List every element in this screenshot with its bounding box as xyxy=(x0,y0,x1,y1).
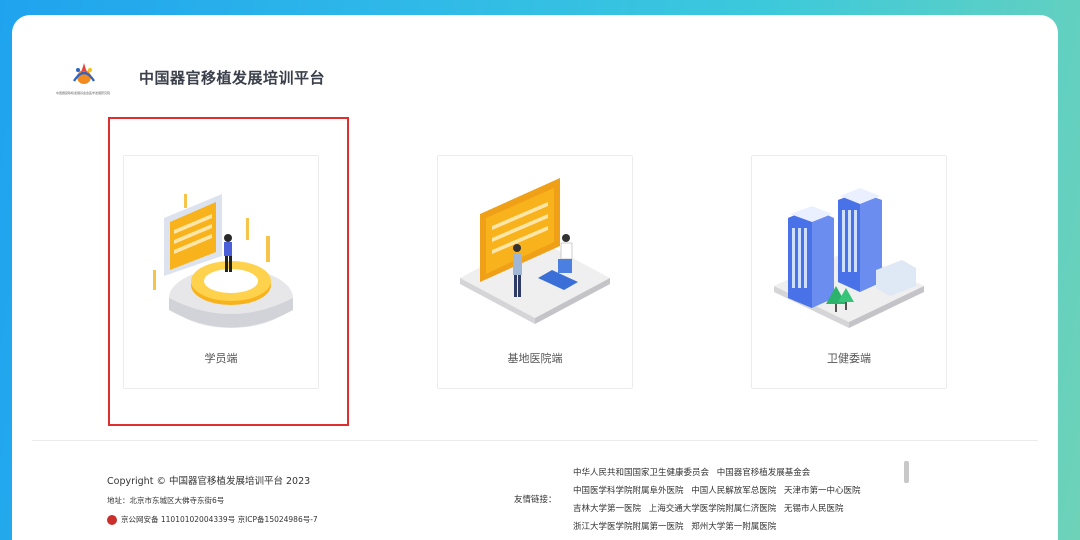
tile-health-commission-portal[interactable]: 卫健委端 xyxy=(751,155,947,389)
logo-subtitle: 中国器官移植发展基金会医学发展研究院 xyxy=(56,91,111,95)
link-row: 吉林大学第一医院 上海交通大学医学院附属仁济医院 无锡市人民医院 xyxy=(573,500,903,518)
health-commission-building-illustration-icon xyxy=(774,188,924,328)
footer-divider xyxy=(32,440,1038,441)
friend-link[interactable]: 中国器官移植发展基金会 xyxy=(717,468,811,478)
beian-line: 京公网安备 11010102004339号 京ICP备15024986号-7 xyxy=(107,514,318,525)
copyright-text: Copyright © 中国器官移植发展培训平台 2023 xyxy=(107,476,311,487)
friend-links-list[interactable]: 中华人民共和国国家卫生健康委员会 中国器官移植发展基金会 中国医学科学院附属阜外… xyxy=(573,464,903,540)
main-card: 中国器官移植发展基金会医学发展研究院 中国器官移植发展培训平台 学员端 基地医院… xyxy=(12,15,1058,540)
friend-link[interactable]: 郑州大学第一附属医院 xyxy=(691,522,776,532)
tile-base-hospital-portal[interactable]: 基地医院端 xyxy=(437,155,633,389)
friend-link[interactable]: 中国医学科学院附属阜外医院 xyxy=(573,486,684,496)
tile-student-portal[interactable]: 学员端 xyxy=(123,155,319,389)
beian-text[interactable]: 京公网安备 11010102004339号 京ICP备15024986号-7 xyxy=(121,514,318,525)
tile-label: 基地医院端 xyxy=(507,352,563,365)
friend-link[interactable]: 浙江大学医学院附属第一医院 xyxy=(573,522,684,532)
platform-logo: 中国器官移植发展基金会医学发展研究院 xyxy=(56,55,116,99)
tile-label: 卫健委端 xyxy=(827,352,871,365)
link-row: 中华人民共和国国家卫生健康委员会 中国器官移植发展基金会 xyxy=(573,464,903,482)
address-text: 地址：北京市东城区大佛寺东街6号 xyxy=(107,496,225,505)
link-row: 浙江大学医学院附属第一医院 郑州大学第一附属医院 xyxy=(573,518,903,536)
police-badge-icon xyxy=(107,514,117,525)
hospital-base-illustration-icon xyxy=(460,178,610,324)
header: 中国器官移植发展基金会医学发展研究院 中国器官移植发展培训平台 xyxy=(56,55,656,115)
friend-links-label: 友情链接： xyxy=(514,495,557,505)
friend-link[interactable]: 天津市第一中心医院 xyxy=(784,486,861,496)
student-illustration-icon xyxy=(153,194,293,328)
site-title: 中国器官移植发展培训平台 xyxy=(139,69,326,87)
friend-links-scrollbar[interactable] xyxy=(904,461,909,483)
tile-label: 学员端 xyxy=(204,352,238,365)
friend-link[interactable]: 吉林大学第一医院 xyxy=(573,504,641,514)
footer-info: Copyright © 中国器官移植发展培训平台 2023 地址：北京市东城区大… xyxy=(107,473,318,525)
friend-link[interactable]: 中华人民共和国国家卫生健康委员会 xyxy=(573,468,709,478)
friend-link[interactable]: 中国人民解放军总医院 xyxy=(691,486,776,496)
link-row: 中国医学科学院附属阜外医院 中国人民解放军总医院 天津市第一中心医院 xyxy=(573,482,903,500)
friend-link[interactable]: 上海交通大学医学院附属仁济医院 xyxy=(649,504,777,514)
friend-link[interactable]: 无锡市人民医院 xyxy=(784,504,844,514)
